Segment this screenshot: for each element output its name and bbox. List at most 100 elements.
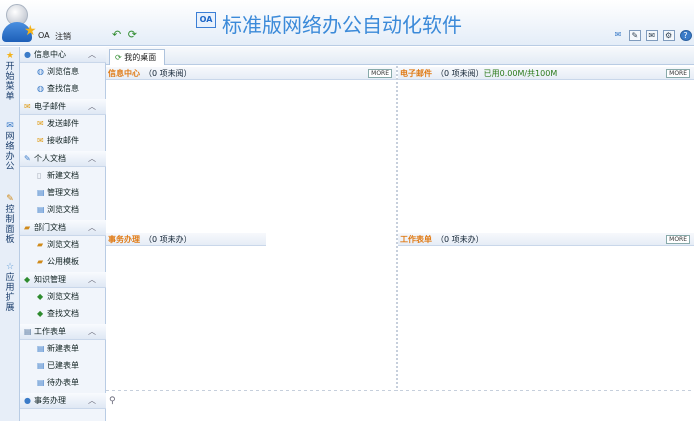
settings-icon[interactable]: ⚙ [662,30,675,41]
tree-item-label: 已建表单 [47,361,79,370]
tree-group-info-center[interactable]: ● 信息中心 ︿ [20,47,106,63]
affairs-icon: ● [24,396,31,405]
envelope-icon: ✉ [37,119,44,128]
chat-icon[interactable]: ✉ [612,30,624,41]
vtab-label: 应用扩展 [5,273,15,313]
tree-item-label: 新建文档 [47,171,79,180]
bottom-divider [106,390,694,391]
tree-item-public-template[interactable]: ▰ 公用模板 [20,254,106,270]
tree-group-affairs[interactable]: ● 事务办理 ︿ [20,393,106,409]
vtab-label: 网络办公 [5,132,15,172]
panel-header: 信息中心 （0 项未阅） MORE [106,67,396,80]
tree-item-browse-doc[interactable]: ▤ 浏览文档 [20,202,106,218]
tree-item-label: 接收邮件 [47,136,79,145]
content-tab-bar: ⟳ 我的桌面 [106,47,694,65]
panel-email: 电子邮件 （0 项未阅）已用0.00M/共100M MORE [398,67,694,227]
tree-item-receive-mail[interactable]: ✉ 接收邮件 [20,133,106,149]
tree-group-label: 工作表单 [34,327,66,336]
tree-item-knowledge-browse[interactable]: ◆ 浏览文档 [20,289,106,305]
wrench-icon: ✎ [6,194,14,204]
tree-group-work-forms[interactable]: ▤ 工作表单 ︿ [20,324,106,340]
tree-item-label: 浏览文档 [47,205,79,214]
tree-item-label: 浏览文档 [47,292,79,301]
tree-item-browse-info[interactable]: ◍ 浏览信息 [20,64,106,80]
globe-icon: ◍ [37,84,44,93]
document-icon: ▤ [37,188,45,197]
panel-count: （0 项未办） [436,235,484,244]
panel-affairs: 事务办理 （0 项未办） [106,233,266,383]
panel-count: （0 项未办） [144,235,192,244]
tree-item-label: 发送邮件 [47,119,79,128]
tree-group-label: 部门文档 [34,223,66,232]
vtab-app-extension[interactable]: ☆ 应用扩展 [2,262,18,313]
panel-count: （0 项未阅） [144,69,192,78]
tree-group-dept-docs[interactable]: ▰ 部门文档 ︿ [20,220,106,236]
more-button[interactable]: MORE [368,69,392,78]
tree-group-knowledge[interactable]: ◆ 知识管理 ︿ [20,272,106,288]
tree-item-send-mail[interactable]: ✉ 发送邮件 [20,116,106,132]
chevron-up-icon[interactable]: ︿ [88,324,96,340]
sidebar-tree: ● 信息中心 ︿ ◍ 浏览信息 ◍ 查找信息 ✉ 电子邮件 ︿ ✉ 发送邮件 ✉ 接收邮件 ✎ 个… [20,47,106,421]
header-tools: ↶ ⟳ [112,28,140,41]
column-divider[interactable] [396,66,398,391]
tree-item-label: 新建表单 [47,344,79,353]
tab-my-desktop[interactable]: ⟳ 我的桌面 [109,49,166,65]
tree-item-new-form[interactable]: ▤ 新建表单 [20,341,106,357]
desktop-icon: ⟳ [115,53,122,62]
tree-item-label: 查找信息 [47,84,79,93]
tree-group-label: 电子邮件 [34,102,66,111]
mail-icon[interactable]: ✉ [645,30,658,41]
star-icon: ☆ [5,262,15,272]
book-icon: ◆ [37,309,44,318]
globe-icon: ◍ [37,67,44,76]
tree-item-label: 浏览信息 [47,67,79,76]
panel-title[interactable]: 工作表单 [400,235,432,244]
panel-title[interactable]: 事务办理 [108,235,140,244]
chevron-up-icon[interactable]: ︿ [88,272,96,288]
star-icon: ★ [24,23,37,39]
tree-item-label: 查找文档 [47,309,79,318]
panel-title[interactable]: 电子邮件 [400,69,432,78]
tree-group-personal-docs[interactable]: ✎ 个人文档 ︿ [20,151,106,167]
chevron-up-icon[interactable]: ︿ [88,47,96,63]
tree-group-email[interactable]: ✉ 电子邮件 ︿ [20,99,106,115]
help-icon[interactable]: ? [679,30,692,41]
star-icon: ★ [5,51,15,61]
chevron-up-icon[interactable]: ︿ [88,151,96,167]
app-title: 标准版网络办公自动化软件 [222,13,462,37]
template-icon: ▰ [37,257,44,266]
tree-group-label: 事务办理 [34,396,66,405]
vtab-label: 控制面板 [5,205,15,245]
chevron-up-icon[interactable]: ︿ [88,99,96,115]
tree-item-todo-forms[interactable]: ▤ 待办表单 [20,375,106,391]
search-icon[interactable]: ⚲ [109,396,116,406]
tree-item-label: 管理文档 [47,188,79,197]
chevron-up-icon[interactable]: ︿ [88,220,96,236]
refresh-icon[interactable]: ⟳ [128,28,137,41]
panel-title[interactable]: 信息中心 [108,69,140,78]
document-icon: ▤ [37,205,45,214]
tree-item-new-doc[interactable]: ▯ 新建文档 [20,168,106,184]
vtab-network-office[interactable]: ✉ 网络办公 [2,121,18,172]
tree-item-knowledge-find[interactable]: ◆ 查找文档 [20,306,106,322]
app-header: ★ OA 注销 ↶ ⟳ OA 标准版网络办公自动化软件 ✉ ✎ ✉ ⚙ ? [0,0,694,46]
panel-header: 工作表单 （0 项未办） MORE [398,233,694,246]
back-icon[interactable]: ↶ [112,28,121,41]
logout-link[interactable]: 注销 [55,31,71,42]
tree-item-dept-browse[interactable]: ▰ 浏览文档 [20,237,106,253]
more-button[interactable]: MORE [666,69,690,78]
chevron-up-icon[interactable]: ︿ [88,393,96,409]
vtab-start-menu[interactable]: ★ 开始菜单 [2,51,18,102]
tree-item-manage-doc[interactable]: ▤ 管理文档 [20,185,106,201]
tree-item-find-info[interactable]: ◍ 查找信息 [20,81,106,97]
panel-count: （0 项未阅） [436,69,484,78]
tree-item-created-forms[interactable]: ▤ 已建表单 [20,358,106,374]
tab-label: 我的桌面 [124,53,157,62]
toolbar-icons: ✉ ✎ ✉ ⚙ ? [612,30,694,41]
form-icon: ▤ [24,327,32,336]
form-icon: ▤ [37,378,45,387]
vtab-control-panel[interactable]: ✎ 控制面板 [2,194,18,245]
username-label: OA [38,31,50,40]
edit-icon[interactable]: ✎ [628,30,641,41]
more-button[interactable]: MORE [666,235,690,244]
